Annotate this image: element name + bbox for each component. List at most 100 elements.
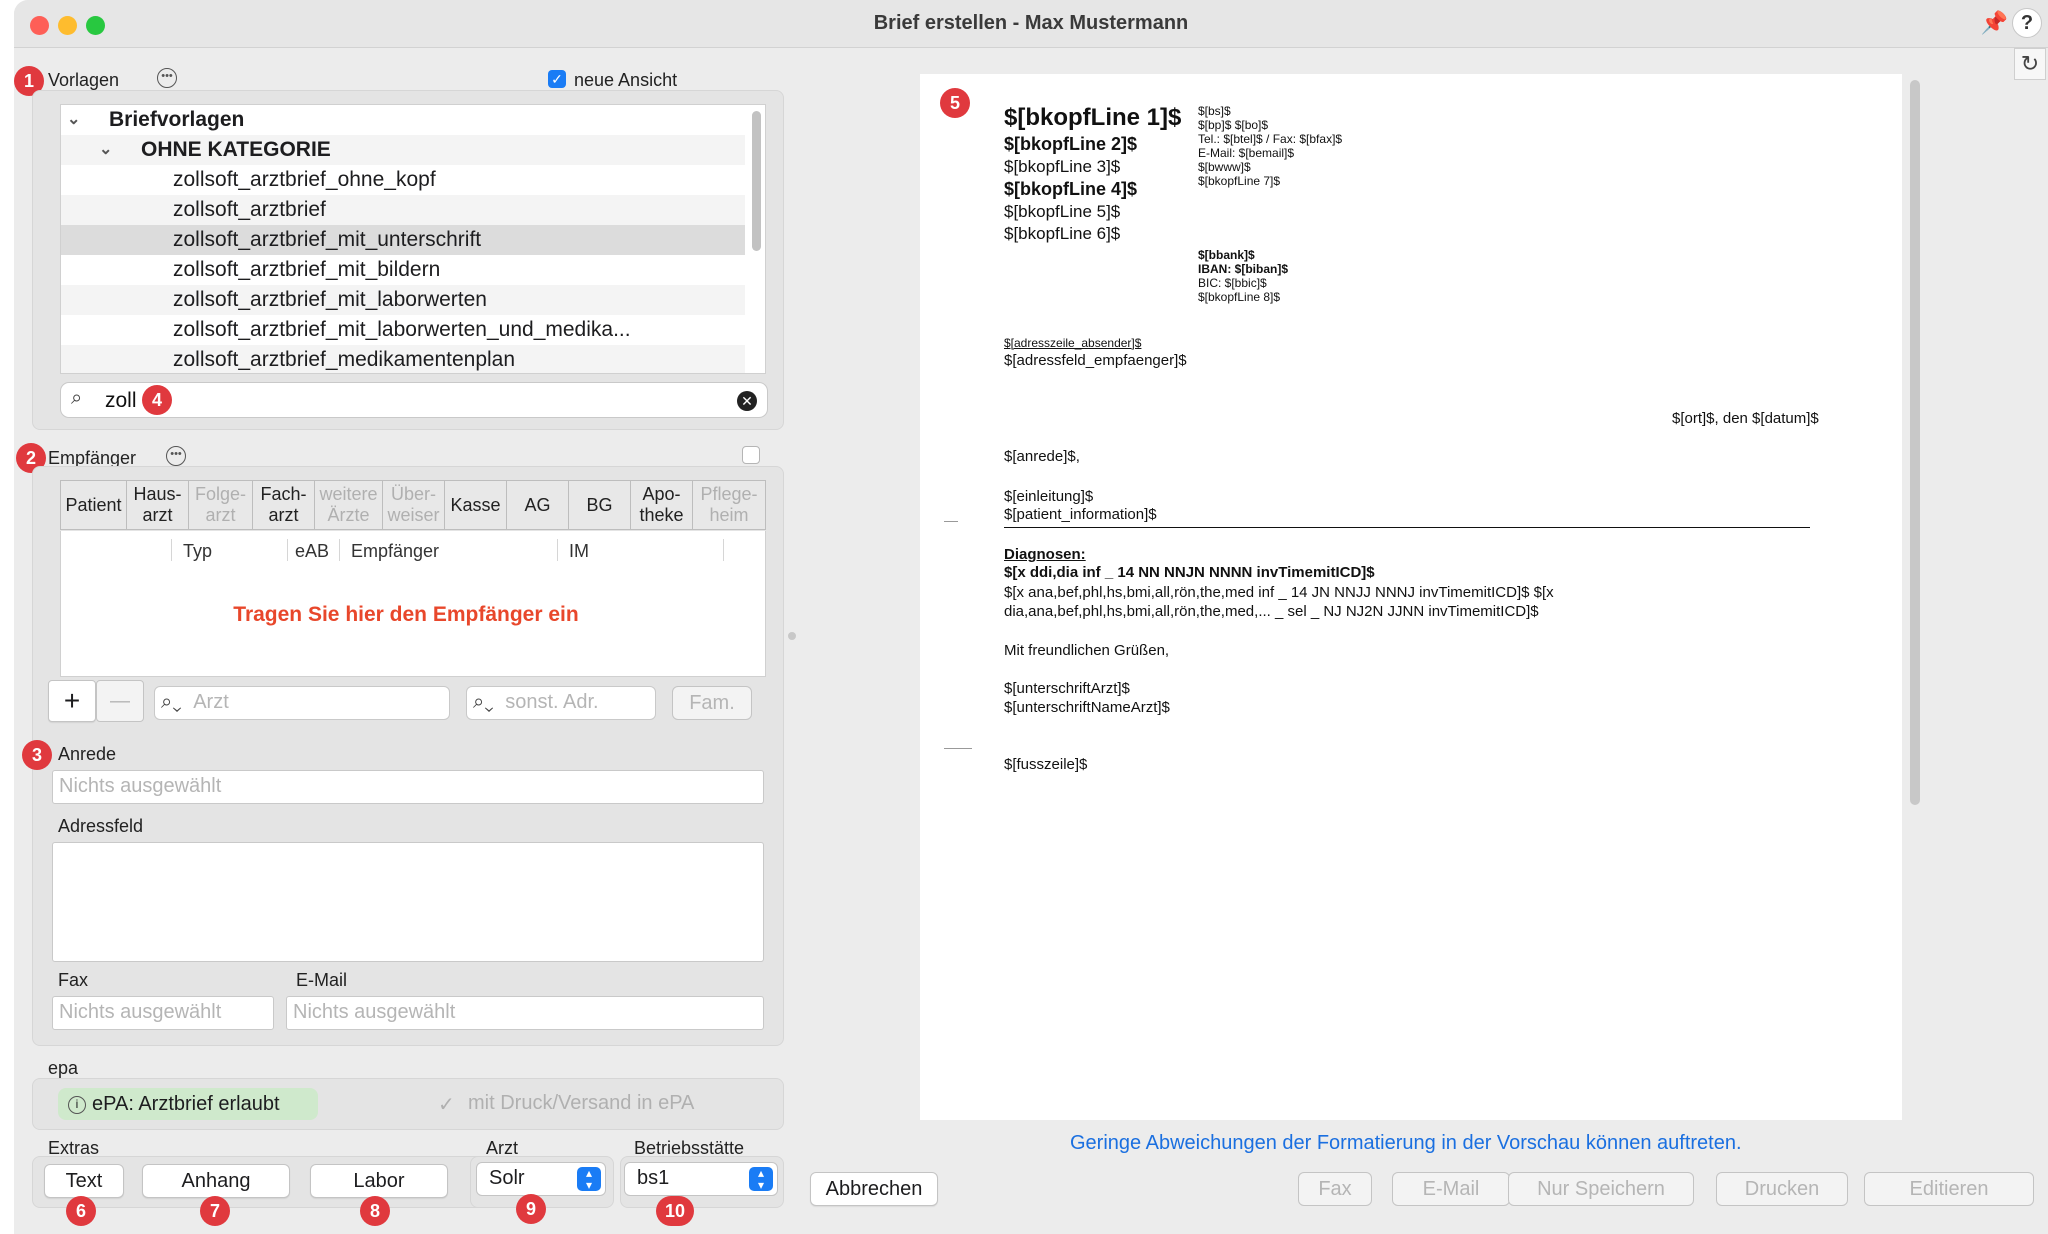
sonst-adr-search-field[interactable]: ⌕⌄ sonst. Adr. — [466, 686, 656, 720]
column-header-typ[interactable]: Typ — [183, 541, 212, 562]
list-item[interactable]: zollsoft_arztbrief_ohne_kopf — [61, 165, 745, 195]
template-name: zollsoft_arztbrief — [173, 198, 326, 221]
adressfeld-textarea[interactable] — [52, 842, 764, 962]
preview-kopf-line-6: $[bkopfLine 6]$ — [1004, 224, 1121, 243]
preview-header-line: $[bs]$ — [1198, 104, 1231, 118]
betriebsstaette-select-value: bs1 — [637, 1167, 670, 1189]
column-separator — [171, 539, 172, 561]
anrede-select[interactable]: Nichts ausgewählt — [52, 770, 764, 804]
refresh-button[interactable]: ↻ — [2014, 48, 2046, 80]
callout-badge-6: 6 — [66, 1196, 96, 1226]
preview-einleitung: $[einleitung]$ — [1004, 488, 1094, 505]
list-item[interactable]: zollsoft_arztbrief — [61, 195, 745, 225]
column-header-empfaenger[interactable]: Empfänger — [351, 541, 439, 562]
select-arrows-icon: ▴ ▾ — [577, 1167, 601, 1191]
preview-kopf-line-4: $[bkopfLine 4]$ — [1004, 179, 1138, 199]
tree-category-row[interactable]: ⌄ OHNE KATEGORIE — [61, 135, 745, 165]
empfaenger-checkbox[interactable] — [742, 446, 760, 464]
preview-header-line: $[bwww]$ — [1198, 160, 1251, 174]
tab-hausarzt[interactable]: Haus- arzt — [127, 481, 189, 529]
epa-status-chip: i ePA: Arztbrief erlaubt — [58, 1088, 318, 1120]
tab-pflegeheim[interactable]: Pflege- heim — [693, 481, 765, 529]
tab-ag[interactable]: AG — [507, 481, 569, 529]
search-input[interactable]: zoll — [105, 389, 137, 413]
column-header-eab[interactable]: eAB — [295, 541, 329, 562]
tab-kasse[interactable]: Kasse — [445, 481, 507, 529]
add-recipient-button[interactable]: + — [48, 680, 96, 722]
splitter-handle[interactable] — [788, 632, 796, 640]
list-item-selected[interactable]: zollsoft_arztbrief_mit_unterschrift — [61, 225, 745, 255]
preview-header-line: $[bkopfLine 7]$ — [1198, 174, 1281, 188]
preview-kopf-line-5: $[bkopfLine 5]$ — [1004, 202, 1121, 221]
chevron-down-icon[interactable]: ⌄ — [99, 135, 112, 165]
tab-bg[interactable]: BG — [569, 481, 631, 529]
recipient-table[interactable]: Typ eAB Empfänger IM Tragen Sie hier den… — [60, 531, 766, 677]
vorlagen-options-icon[interactable]: ••• — [157, 68, 177, 88]
tab-ueberweiser[interactable]: Über- weiser — [383, 481, 445, 529]
tab-facharzt[interactable]: Fach- arzt — [253, 481, 315, 529]
tab-patient[interactable]: Patient — [61, 481, 127, 529]
column-separator — [287, 539, 288, 561]
search-icon: ⌕⌄ — [473, 691, 494, 713]
tab-label: Haus- arzt — [133, 484, 182, 525]
tree-root-row[interactable]: ⌄ Briefvorlagen — [61, 105, 745, 135]
preview-diagnose-line: dia,ana,bef,phl,hs,bmi,all,rön,the,med,.… — [1004, 603, 1539, 620]
preview-unterschrift: $[unterschriftArzt]$ — [1004, 680, 1130, 697]
template-name: zollsoft_arztbrief_medikamentenplan — [173, 348, 516, 371]
editieren-button[interactable]: Editieren — [1864, 1172, 2034, 1206]
fax-button[interactable]: Fax — [1298, 1172, 1372, 1206]
list-item[interactable]: zollsoft_arztbrief_mit_laborwerten_und_m… — [61, 315, 745, 345]
email-select[interactable]: Nichts ausgewählt — [286, 996, 764, 1030]
epa-label: epa — [48, 1058, 79, 1078]
help-button[interactable]: ? — [2012, 8, 2042, 38]
pin-icon[interactable]: 📌 — [1981, 10, 2008, 36]
chevron-down-icon[interactable]: ⌄ — [67, 105, 80, 135]
email-label: E-Mail — [296, 970, 348, 990]
template-name: zollsoft_arztbrief_ohne_kopf — [173, 168, 436, 191]
tab-folgearzt[interactable]: Folge- arzt — [189, 481, 253, 529]
abbrechen-button[interactable]: Abbrechen — [810, 1172, 938, 1206]
vorlagen-tree[interactable]: ⌄ Briefvorlagen ⌄ OHNE KATEGORIE zollsof… — [60, 104, 766, 374]
preview-bank-line: IBAN: $[biban]$ — [1198, 262, 1288, 276]
arzt-select[interactable]: Solr ▴ ▾ — [476, 1162, 606, 1196]
title-bar: Brief erstellen - Max Mustermann 📌 ? — [14, 0, 2048, 48]
fax-select[interactable]: Nichts ausgewählt — [52, 996, 274, 1030]
clear-search-icon[interactable]: ✕ — [737, 391, 757, 411]
nur-speichern-button[interactable]: Nur Speichern — [1508, 1172, 1694, 1206]
column-header-im[interactable]: IM — [569, 541, 589, 562]
neue-ansicht-checkbox[interactable]: ✓ — [548, 70, 566, 88]
callout-badge-9: 9 — [516, 1194, 546, 1224]
empty-recipient-hint: Tragen Sie hier den Empfänger ein — [233, 603, 579, 626]
list-item[interactable]: zollsoft_arztbrief_medikamentenplan — [61, 345, 745, 373]
preview-fold-mark — [944, 521, 958, 522]
letter-preview[interactable]: 5 $[bkopfLine 1]$ $[bkopfLine 2]$ $[bkop… — [920, 74, 1902, 1120]
text-button[interactable]: Text — [44, 1164, 124, 1198]
callout-badge-4: 4 — [142, 385, 172, 415]
template-name: zollsoft_arztbrief_mit_unterschrift — [173, 228, 482, 251]
list-item[interactable]: zollsoft_arztbrief_mit_laborwerten — [61, 285, 745, 315]
labor-button[interactable]: Labor — [310, 1164, 448, 1198]
tab-weitere-aerzte[interactable]: weitere Ärzte — [315, 481, 383, 529]
tab-apotheke[interactable]: Apo- theke — [631, 481, 693, 529]
sonst-adr-placeholder: sonst. Adr. — [505, 691, 599, 713]
remove-recipient-button[interactable]: — — [96, 680, 144, 722]
empfaenger-options-icon[interactable]: ••• — [166, 446, 186, 466]
brief-erstellen-window: Brief erstellen - Max Mustermann 📌 ? ↻ 1… — [14, 0, 2048, 1234]
arzt-search-field[interactable]: ⌕⌄ Arzt — [154, 686, 450, 720]
tab-label: Fach- arzt — [260, 484, 307, 525]
fam-button[interactable]: Fam. — [672, 686, 752, 720]
template-name: zollsoft_arztbrief_mit_laborwerten — [173, 288, 487, 311]
preview-anrede: $[anrede]$, — [1004, 448, 1080, 465]
email-button[interactable]: E-Mail — [1392, 1172, 1510, 1206]
betriebsstaette-select[interactable]: bs1 ▴ ▾ — [624, 1162, 778, 1196]
callout-badge-3: 3 — [22, 740, 52, 770]
preview-scrollbar[interactable] — [1910, 80, 1920, 805]
anhang-button[interactable]: Anhang — [142, 1164, 290, 1198]
preview-bank-line: $[bbank]$ — [1198, 248, 1255, 262]
callout-badge-10: 10 — [656, 1196, 694, 1226]
epa-checkbox[interactable]: ✓ — [438, 1092, 455, 1117]
list-item[interactable]: zollsoft_arztbrief_mit_bildern — [61, 255, 745, 285]
drucken-button[interactable]: Drucken — [1716, 1172, 1848, 1206]
preview-unterschrift-name: $[unterschriftNameArzt]$ — [1004, 699, 1170, 716]
tree-scrollbar[interactable] — [752, 111, 761, 251]
